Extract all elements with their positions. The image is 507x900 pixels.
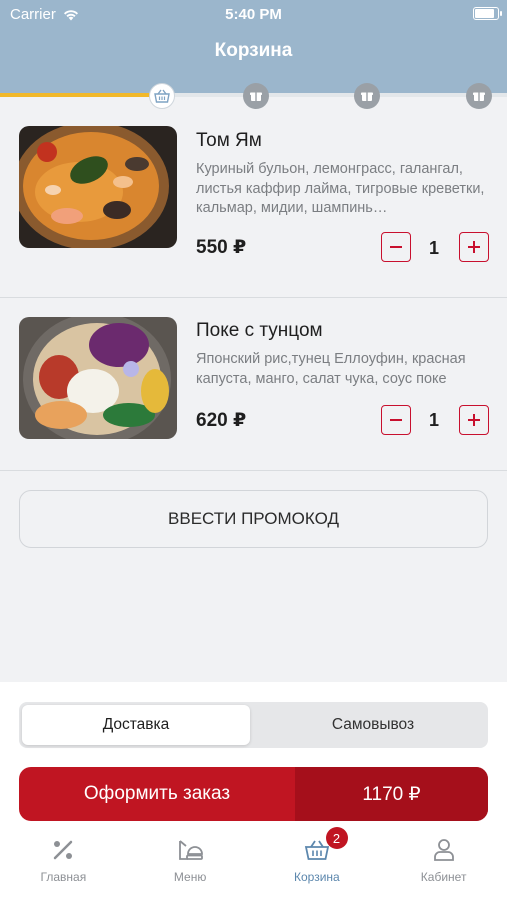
delivery-option-delivery[interactable]: Доставка — [22, 705, 250, 745]
promo-code-button[interactable]: ВВЕСТИ ПРОМОКОД — [19, 490, 488, 548]
divider — [0, 470, 507, 471]
item-description: Куриный бульон, лемонграсс, галангал, ли… — [196, 161, 485, 216]
cart-count-badge: 2 — [325, 827, 348, 849]
basket-icon — [154, 89, 170, 103]
tab-label: Главная — [40, 870, 87, 884]
tab-bar: Главная Меню 2 Корзина Кабинет — [0, 827, 507, 900]
header: Carrier 5:40 PM Корзина — [0, 0, 507, 96]
food-menu-icon — [176, 836, 204, 864]
increase-quantity-button[interactable] — [459, 405, 489, 435]
gift-icon — [361, 92, 373, 101]
cart-item: Том Ям Куриный бульон, лемонграсс, галан… — [0, 110, 507, 300]
tab-label: Кабинет — [420, 870, 467, 884]
step-locked-4 — [466, 83, 492, 109]
decrease-quantity-button[interactable] — [381, 232, 411, 262]
bottom-panel: Доставка Самовывоз Оформить заказ 1170 ₽… — [0, 682, 507, 900]
tab-cart[interactable]: 2 Корзина — [254, 827, 381, 900]
step-locked-2 — [243, 83, 269, 109]
divider — [0, 297, 507, 298]
tab-menu[interactable]: Меню — [127, 830, 254, 900]
step-cart — [149, 83, 175, 109]
person-icon — [430, 836, 458, 864]
item-description: Японский рис,тунец Еллоуфин, красная кап… — [196, 351, 466, 387]
item-title: Поке с тунцом — [196, 320, 323, 341]
cart-item: Поке с тунцом Японский рис,тунец Еллоуфи… — [0, 300, 507, 490]
checkout-button[interactable]: Оформить заказ 1170 ₽ — [19, 767, 488, 821]
step-locked-3 — [354, 83, 380, 109]
dish-image-poke-tuna — [19, 317, 177, 439]
delivery-option-pickup[interactable]: Самовывоз — [259, 705, 487, 745]
decrease-quantity-button[interactable] — [381, 405, 411, 435]
quantity-value: 1 — [428, 410, 439, 430]
minus-icon — [390, 419, 402, 421]
item-price: 550 ₽ — [196, 237, 247, 258]
plus-icon — [468, 241, 480, 253]
quantity-value: 1 — [428, 238, 439, 258]
dish-image-tom-yam — [19, 126, 177, 248]
minus-icon — [390, 246, 402, 248]
tab-account[interactable]: Кабинет — [380, 830, 507, 900]
item-price: 620 ₽ — [196, 410, 247, 431]
order-progress-fill — [0, 93, 163, 97]
plus-icon — [468, 414, 480, 426]
order-total: 1170 ₽ — [295, 767, 488, 821]
checkout-label: Оформить заказ — [83, 783, 231, 804]
gift-icon — [250, 92, 262, 101]
page-title: Корзина — [214, 40, 293, 61]
tab-home[interactable]: Главная — [0, 830, 127, 900]
increase-quantity-button[interactable] — [459, 232, 489, 262]
status-time: 5:40 PM — [225, 6, 282, 23]
delivery-method-selector: Доставка Самовывоз — [19, 702, 488, 748]
item-title: Том Ям — [196, 130, 262, 151]
tab-label: Меню — [173, 870, 207, 884]
tab-label: Корзина — [294, 870, 340, 884]
percent-icon — [49, 836, 77, 864]
gift-icon — [473, 92, 485, 101]
battery-icon — [473, 7, 502, 20]
status-bar: Carrier 5:40 PM — [0, 0, 507, 28]
